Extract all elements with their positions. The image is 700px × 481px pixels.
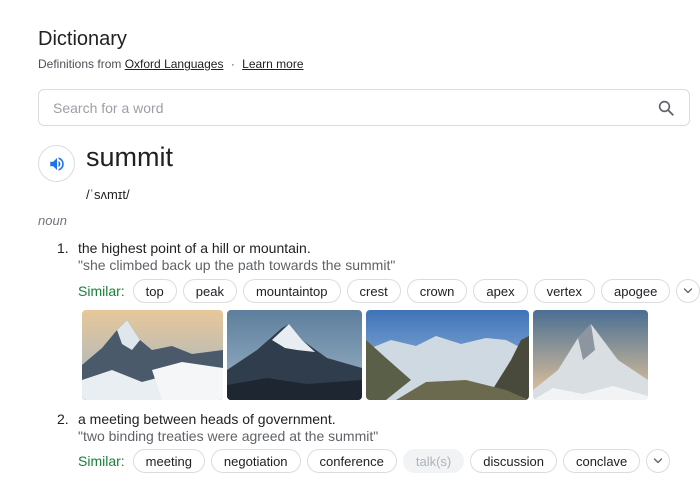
search-input[interactable] [53, 98, 633, 118]
mountain-photo-3-icon [366, 310, 529, 400]
chevron-down-icon [654, 458, 663, 464]
similar-chip[interactable]: vertex [533, 279, 595, 303]
source-prefix: Definitions from [38, 57, 122, 71]
part-of-speech: noun [38, 213, 67, 228]
similar-chip[interactable]: peak [182, 279, 237, 303]
chevron-down-icon [684, 288, 693, 294]
page-title: Dictionary [38, 28, 127, 50]
dictionary-panel: Dictionary Definitions from Oxford Langu… [0, 0, 700, 481]
oxford-languages-link[interactable]: Oxford Languages [125, 57, 224, 71]
mountain-image[interactable] [227, 310, 362, 400]
similar-chip[interactable]: negotiation [210, 449, 301, 473]
source-separator: · [230, 57, 235, 71]
headword: summit [86, 142, 173, 172]
learn-more-link[interactable]: Learn more [242, 57, 303, 71]
similar-chip[interactable]: apex [473, 279, 528, 303]
similar-row-1: Similar: top peak mountaintop crest crow… [78, 279, 700, 303]
mountain-photo-2-icon [227, 310, 362, 400]
similar-chip[interactable]: meeting [132, 449, 205, 473]
similar-chip[interactable]: conclave [562, 449, 641, 473]
sense-example: "two binding treaties were agreed at the… [78, 428, 379, 444]
similar-chip[interactable]: conference [306, 449, 397, 473]
sense-number: 2. [57, 411, 69, 427]
similar-chip[interactable]: top [132, 279, 177, 303]
similar-chip[interactable]: mountaintop [242, 279, 341, 303]
mountain-image[interactable] [366, 310, 529, 400]
similar-chip[interactable]: crest [346, 279, 401, 303]
similar-label: Similar: [78, 283, 125, 299]
similar-chip[interactable]: apogee [600, 279, 671, 303]
expand-similar-button[interactable] [646, 449, 671, 473]
mountain-photo-4-icon [533, 310, 648, 400]
mountain-image[interactable] [82, 310, 223, 400]
sense-example: "she climbed back up the path towards th… [78, 257, 396, 273]
mountain-image[interactable] [533, 310, 648, 400]
mountain-photo-1-icon [82, 310, 223, 400]
speaker-icon [49, 156, 64, 171]
sense-definition: a meeting between heads of government. [78, 411, 336, 427]
search-box [38, 89, 690, 126]
similar-chip[interactable]: crown [406, 279, 468, 303]
expand-similar-button[interactable] [676, 279, 700, 303]
similar-label: Similar: [78, 453, 125, 469]
similar-row-2: Similar: meeting negotiation conference … [78, 449, 671, 473]
similar-chip-disabled: talk(s) [402, 449, 465, 473]
similar-chip[interactable]: discussion [470, 449, 557, 473]
sense-number: 1. [57, 240, 69, 256]
pronunciation-button[interactable] [38, 145, 75, 182]
sense-definition: the highest point of a hill or mountain. [78, 240, 311, 256]
phonetic: /ˈsʌmɪt/ [86, 187, 130, 202]
search-icon[interactable] [657, 99, 675, 117]
source-line: Definitions from Oxford Languages · Lear… [38, 57, 304, 71]
